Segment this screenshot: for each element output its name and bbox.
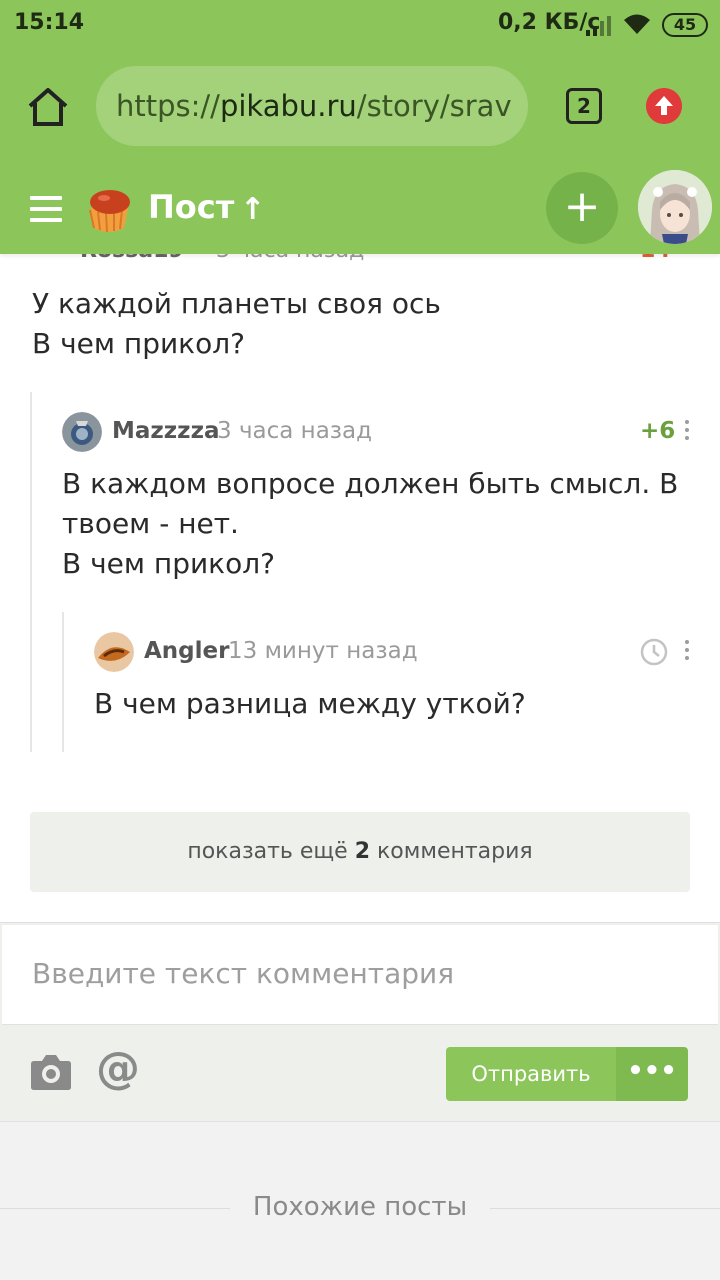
comment-header: Rossa19 3 часа назад 14	[32, 254, 692, 268]
comment-time: 13 минут назад	[228, 638, 418, 664]
url-prefix: https://	[116, 89, 220, 123]
comment-text: В каждом вопросе должен быть смысл. В тв…	[62, 464, 702, 584]
thread-line[interactable]	[62, 612, 64, 752]
pikabu-logo[interactable]	[80, 180, 136, 236]
comment-line: В каждом вопросе должен быть смысл. В	[62, 467, 679, 500]
add-post-button[interactable]: +	[546, 172, 618, 244]
clock-icon	[640, 638, 668, 666]
comment-header: Mazzzza 3 часа назад +6	[62, 412, 702, 452]
avatar[interactable]	[62, 412, 102, 452]
send-button[interactable]: Отправить	[446, 1047, 616, 1101]
comment-input[interactable]: Введите текст комментария	[2, 925, 718, 1025]
menu-icon[interactable]	[30, 196, 62, 222]
show-more-suffix: комментария	[377, 839, 533, 864]
site-header: Пост ↑ +	[0, 162, 720, 254]
url-path: /story/srav	[356, 89, 512, 123]
comment-text: У каждой планеты своя ось В чем прикол?	[32, 284, 441, 364]
more-options-icon[interactable]	[685, 640, 691, 664]
wifi-icon	[624, 14, 650, 34]
comments-section: Rossa19 3 часа назад 14 У каждой планеты…	[0, 254, 720, 1280]
battery-indicator: 45	[662, 13, 708, 37]
comment-line: В чем прикол?	[62, 547, 275, 580]
signal-icon	[586, 16, 611, 36]
show-more-comments-button[interactable]: показать ещё 2 комментария	[30, 812, 690, 892]
thread-line[interactable]	[30, 392, 32, 752]
status-bar: 15:14 0,2 КБ/с 45	[0, 0, 720, 52]
mention-icon[interactable]: @	[96, 1047, 140, 1091]
show-more-count: 2	[354, 839, 370, 864]
comment-line: У каждой планеты своя ось	[32, 287, 441, 320]
scroll-up-icon[interactable]: ↑	[240, 192, 265, 227]
home-icon[interactable]	[26, 86, 70, 128]
comment-score: +6	[640, 418, 676, 444]
comment-author[interactable]: Mazzzza	[112, 418, 219, 444]
comment-score: 14	[640, 254, 671, 263]
url-field[interactable]: https://pikabu.ru/story/srav	[96, 66, 528, 146]
status-time: 15:14	[14, 10, 85, 35]
url-host: pikabu.ru	[219, 89, 357, 123]
comment-author[interactable]: Rossa19	[80, 254, 184, 263]
comment-text: В чем разница между уткой?	[94, 687, 526, 720]
user-avatar[interactable]	[638, 170, 712, 244]
upload-icon[interactable]	[646, 88, 682, 124]
tab-switcher-button[interactable]: 2	[566, 88, 602, 124]
page-title: Пост	[148, 188, 235, 226]
comment-time: 3 часа назад	[217, 418, 373, 444]
comment-line: твоем - нет.	[62, 507, 239, 540]
more-options-icon[interactable]	[685, 420, 691, 444]
comment-header: Angler 13 минут назад	[94, 632, 702, 672]
comment-line: В чем прикол?	[32, 327, 245, 360]
comment-time: 3 часа назад	[216, 254, 364, 263]
avatar[interactable]	[94, 632, 134, 672]
send-options-button[interactable]: •••	[616, 1047, 688, 1101]
similar-posts-section: Похожие посты	[0, 1122, 720, 1280]
comment-author[interactable]: Angler	[144, 638, 229, 664]
camera-icon[interactable]	[30, 1053, 72, 1091]
similar-posts-title: Похожие посты	[252, 1192, 468, 1222]
show-more-prefix: показать ещё	[187, 839, 348, 864]
browser-toolbar: https://pikabu.ru/story/srav 2	[0, 52, 720, 162]
comment-composer: Введите текст комментария @ Отправить ••…	[0, 922, 720, 1122]
